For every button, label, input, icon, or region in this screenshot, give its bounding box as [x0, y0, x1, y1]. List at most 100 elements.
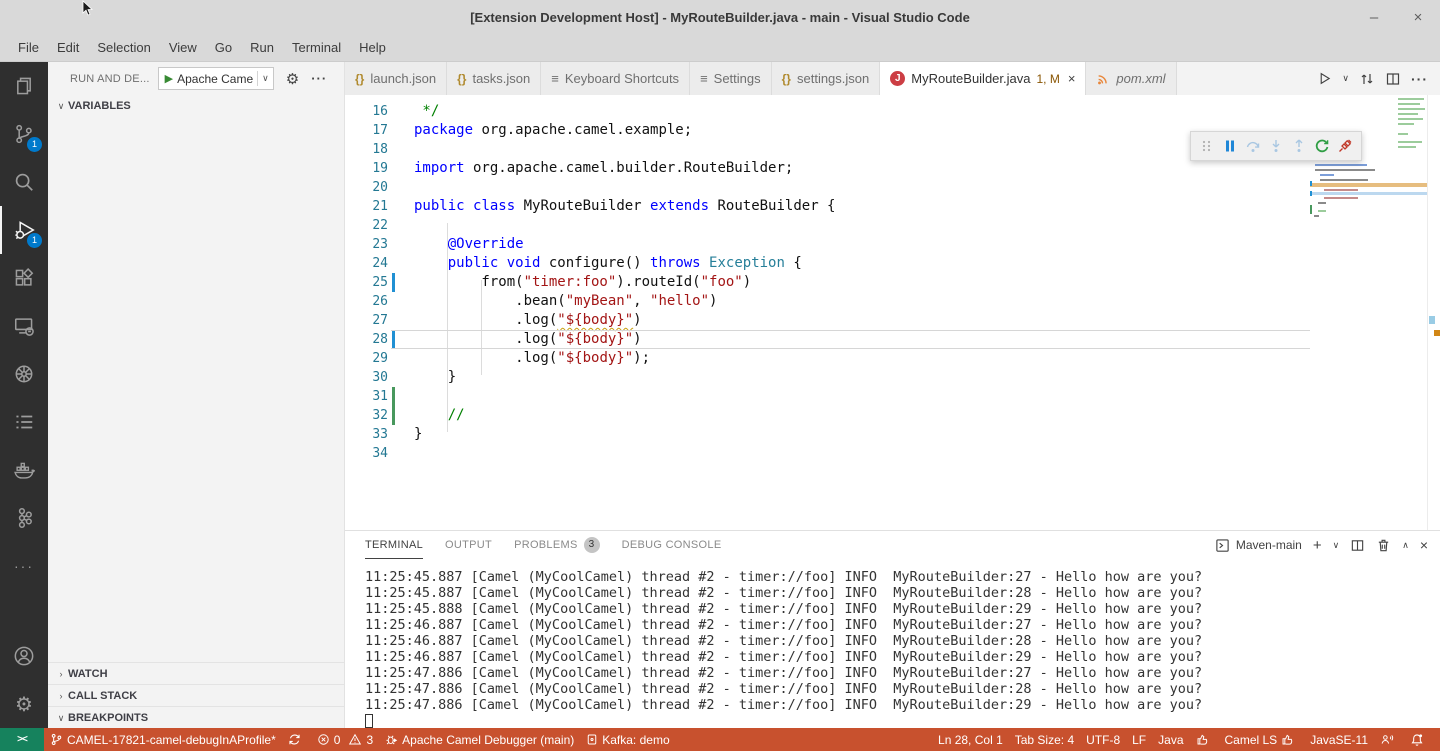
menu-terminal[interactable]: Terminal	[283, 35, 350, 61]
line-number[interactable]: 28	[345, 330, 388, 349]
line-number[interactable]: 26	[345, 292, 388, 311]
eol-sequence[interactable]: LF	[1126, 728, 1152, 751]
menu-help[interactable]: Help	[350, 35, 395, 61]
code-line-25[interactable]: 25 from("timer:foo").routeId("foo")	[345, 273, 1440, 292]
tab-settings[interactable]: ≡ Settings	[690, 62, 772, 95]
line-number[interactable]: 16	[345, 102, 388, 121]
close-tab-icon[interactable]: ×	[1068, 71, 1076, 86]
code-line-32[interactable]: 32 //	[345, 406, 1440, 425]
kafka-item[interactable]: Kafka: demo	[580, 728, 675, 751]
code-line-20[interactable]: 20	[345, 178, 1440, 197]
code-line-26[interactable]: 26 .bean("myBean", "hello")	[345, 292, 1440, 311]
language-status-item[interactable]	[1190, 728, 1219, 751]
tab-size[interactable]: Tab Size: 4	[1009, 728, 1080, 751]
split-terminal-icon[interactable]	[1350, 538, 1365, 553]
line-number[interactable]: 31	[345, 387, 388, 406]
code-line-31[interactable]: 31	[345, 387, 1440, 406]
tab-launch-json[interactable]: {} launch.json	[345, 62, 447, 95]
sync-item[interactable]	[282, 728, 311, 751]
line-number[interactable]: 27	[345, 311, 388, 330]
run-java-icon[interactable]	[1317, 71, 1332, 86]
code-line-27[interactable]: 27 .log("${body}")	[345, 311, 1440, 330]
encoding[interactable]: UTF-8	[1080, 728, 1126, 751]
problems-item[interactable]: 0 3	[311, 728, 379, 751]
code-line-29[interactable]: 29 .log("${body}");	[345, 349, 1440, 368]
language-mode[interactable]: Java	[1152, 728, 1189, 751]
variables-section-header[interactable]: ∨ VARIABLES	[48, 95, 344, 117]
code-editor[interactable]: 16 */17package org.apache.camel.example;…	[345, 95, 1440, 530]
breakpoints-section-header[interactable]: ∨ BREAKPOINTS	[48, 706, 344, 728]
line-number[interactable]: 30	[345, 368, 388, 387]
line-number[interactable]: 25	[345, 273, 388, 292]
restart-icon[interactable]	[1311, 134, 1334, 158]
additional-views-icon[interactable]: ···	[0, 542, 48, 590]
test-list-icon[interactable]	[0, 398, 48, 446]
code-line-23[interactable]: 23 @Override	[345, 235, 1440, 254]
line-number[interactable]: 18	[345, 140, 388, 159]
call-stack-section-header[interactable]: › CALL STACK	[48, 684, 344, 706]
run-and-debug-icon[interactable]: 1	[0, 206, 48, 254]
disconnect-icon[interactable]	[1334, 134, 1357, 158]
menu-edit[interactable]: Edit	[48, 35, 88, 61]
maximize-panel-icon[interactable]: ∧	[1402, 540, 1409, 551]
line-number[interactable]: 34	[345, 444, 388, 463]
toolbar-drag-handle[interactable]	[1195, 134, 1218, 158]
watch-section-header[interactable]: › WATCH	[48, 662, 344, 684]
step-into-icon[interactable]	[1264, 134, 1287, 158]
cursor-position[interactable]: Ln 28, Col 1	[932, 728, 1009, 751]
tab-keyboard-shortcuts[interactable]: ≡ Keyboard Shortcuts	[541, 62, 690, 95]
code-line-16[interactable]: 16 */	[345, 102, 1440, 121]
git-branch-item[interactable]: CAMEL-17821-camel-debugInAProfile*	[44, 728, 282, 751]
code-line-24[interactable]: 24 public void configure() throws Except…	[345, 254, 1440, 273]
code-line-33[interactable]: 33}	[345, 425, 1440, 444]
tab-myroutebuilder-java[interactable]: J MyRouteBuilder.java 1, M ×	[880, 62, 1086, 95]
compare-changes-icon[interactable]	[1359, 71, 1375, 87]
close-panel-icon[interactable]: ×	[1420, 537, 1428, 553]
code-line-22[interactable]: 22	[345, 216, 1440, 235]
configure-gear-icon[interactable]: ⚙	[286, 70, 299, 88]
line-number[interactable]: 20	[345, 178, 388, 197]
line-number[interactable]: 32	[345, 406, 388, 425]
settings-gear-icon[interactable]: ⚙	[0, 680, 48, 728]
panel-tab-output[interactable]: OUTPUT	[445, 531, 492, 559]
terminal-output[interactable]: 11:25:45.887 [Camel (MyCoolCamel) thread…	[345, 559, 1440, 728]
overview-ruler[interactable]	[1427, 95, 1440, 530]
close-button[interactable]: ×	[1396, 9, 1440, 26]
split-editor-icon[interactable]	[1385, 71, 1401, 87]
line-number[interactable]: 33	[345, 425, 388, 444]
account-icon[interactable]	[0, 632, 48, 680]
code-line-28[interactable]: 28 .log("${body}")	[345, 330, 1440, 349]
line-number[interactable]: 23	[345, 235, 388, 254]
kubernetes-icon[interactable]	[0, 350, 48, 398]
explorer-icon[interactable]	[0, 62, 48, 110]
menu-selection[interactable]: Selection	[88, 35, 159, 61]
step-out-icon[interactable]	[1288, 134, 1311, 158]
code-line-34[interactable]: 34	[345, 444, 1440, 463]
menu-go[interactable]: Go	[206, 35, 241, 61]
panel-tab-problems[interactable]: PROBLEMS3	[514, 531, 600, 559]
code-line-19[interactable]: 19import org.apache.camel.builder.RouteB…	[345, 159, 1440, 178]
panel-tab-debug-console[interactable]: DEBUG CONSOLE	[622, 531, 722, 559]
line-number[interactable]: 17	[345, 121, 388, 140]
tab-tasks-json[interactable]: {} tasks.json	[447, 62, 541, 95]
pause-icon[interactable]	[1218, 134, 1241, 158]
notifications-item[interactable]	[1404, 728, 1434, 751]
code-line-30[interactable]: 30 }	[345, 368, 1440, 387]
menu-run[interactable]: Run	[241, 35, 283, 61]
menu-file[interactable]: File	[9, 35, 48, 61]
code-line-21[interactable]: 21public class MyRouteBuilder extends Ro…	[345, 197, 1440, 216]
tab-settings-json[interactable]: {} settings.json	[772, 62, 881, 95]
kafka-icon[interactable]	[0, 494, 48, 542]
tab-pom-xml[interactable]: pom.xml	[1086, 62, 1176, 95]
line-number[interactable]: 19	[345, 159, 388, 178]
new-terminal-icon[interactable]: +	[1313, 537, 1322, 554]
line-number[interactable]: 24	[345, 254, 388, 273]
more-actions-icon[interactable]: ···	[1411, 71, 1428, 87]
extensions-icon[interactable]	[0, 254, 48, 302]
start-debug-icon[interactable]: ▶	[165, 72, 173, 85]
kill-terminal-trash-icon[interactable]	[1376, 538, 1391, 553]
terminal-name[interactable]: Maven-main	[1236, 538, 1302, 552]
line-number[interactable]: 21	[345, 197, 388, 216]
search-icon[interactable]	[0, 158, 48, 206]
run-dropdown-chevron-icon[interactable]: ∨	[1342, 73, 1349, 84]
